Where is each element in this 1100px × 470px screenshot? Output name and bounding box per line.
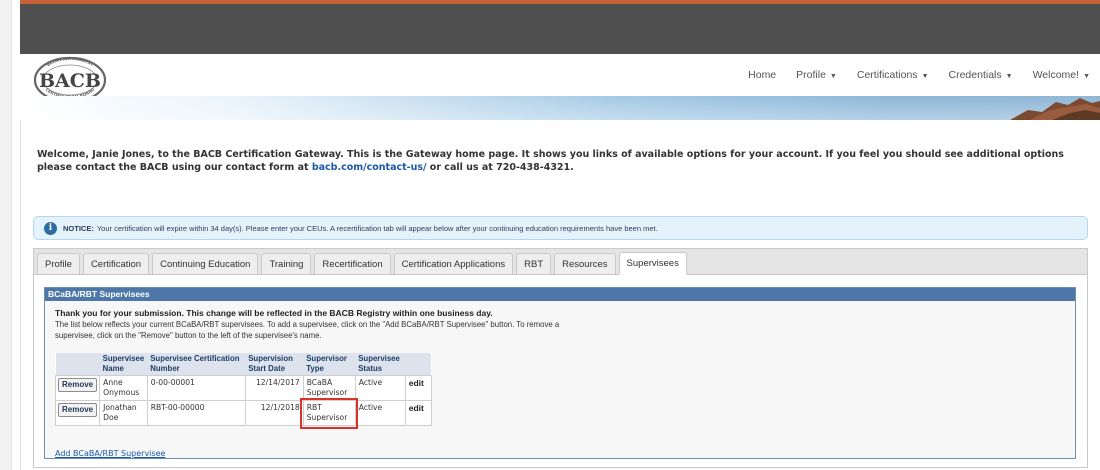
tab-resources[interactable]: Resources: [554, 253, 616, 274]
table-header-row: Supervisee Name Supervisee Certification…: [55, 353, 432, 376]
mountain-image: [1010, 98, 1100, 120]
supervisees-section: BCaBA/RBT Supervisees Thank you for your…: [44, 287, 1076, 459]
instructions-text: The list below reflects your current BCa…: [55, 320, 560, 340]
welcome-message: Welcome, Janie Jones, to the BACB Certif…: [37, 148, 1097, 174]
tab-certification[interactable]: Certification: [82, 253, 150, 274]
window-left-edge: [0, 0, 12, 470]
tab-certification-applications[interactable]: Certification Applications: [393, 253, 514, 274]
nav-home-label: Home: [748, 69, 777, 81]
supervisee-status: Active: [354, 375, 406, 401]
remove-button[interactable]: Remove: [58, 378, 98, 392]
nav-certifications-label: Certifications: [856, 69, 918, 81]
welcome-text-end: or call us at 720-438-4321.: [426, 162, 574, 173]
tab-recertification[interactable]: Recertification: [314, 253, 391, 274]
column-header-supervisor-type: Supervisor Type: [303, 353, 356, 376]
supervisee-name: Anne Onymous: [99, 375, 148, 401]
caret-down-icon: ▼: [921, 73, 929, 80]
column-header-action: [55, 353, 100, 376]
supervisee-status: Active: [354, 400, 406, 426]
edit-button[interactable]: edit: [409, 378, 424, 388]
section-title: BCaBA/RBT Supervisees: [45, 288, 1075, 301]
top-dark-bar: [20, 0, 1100, 54]
notice-label: NOTICE:: [63, 223, 94, 233]
nav-profile[interactable]: Profile ▼: [796, 69, 837, 81]
submission-confirmation: Thank you for your submission. This chan…: [55, 308, 493, 318]
remove-button[interactable]: Remove: [58, 403, 98, 417]
table-row: Remove Anne Onymous 0-00-00001 12/14/201…: [54, 375, 432, 401]
column-header-start-date: Supervision Start Date: [245, 353, 304, 376]
nav-certifications[interactable]: Certifications ▼: [857, 69, 929, 81]
header-banner: [20, 96, 1100, 120]
start-date: 12/14/2017: [244, 375, 304, 401]
supervisor-type-highlighted: RBT Supervisor: [300, 397, 359, 429]
caret-down-icon: ▼: [1005, 73, 1013, 80]
column-header-name: Supervisee Name: [99, 353, 148, 376]
banner-shade: [20, 96, 1100, 120]
tab-bar: Profile Certification Continuing Educati…: [34, 249, 1087, 275]
nav-welcome-label: Welcome!: [1032, 69, 1080, 81]
main-nav: Home Profile ▼ Certifications ▼ Credential…: [738, 54, 1100, 96]
tab-training[interactable]: Training: [261, 253, 312, 274]
nav-welcome[interactable]: Welcome! ▼: [1033, 69, 1090, 81]
section-body: Thank you for your submission. This chan…: [45, 301, 1075, 458]
caret-down-icon: ▼: [1083, 73, 1090, 80]
supervisor-type: BCaBA Supervisor: [302, 375, 356, 401]
edit-cell: edit: [404, 400, 432, 426]
column-header-status: Supervisee Status: [355, 353, 406, 376]
account-tabs: Profile Certification Continuing Educati…: [33, 248, 1088, 468]
nav-credentials-label: Credentials: [948, 69, 1002, 81]
contact-link[interactable]: bacb.com/contact-us/: [312, 162, 427, 173]
table-row: Remove Jonathan Doe RBT-00-00000 12/1/20…: [54, 397, 432, 429]
edit-button[interactable]: edit: [409, 403, 424, 413]
start-date: 12/1/2018: [244, 400, 304, 426]
column-header-edit: [405, 353, 432, 376]
tab-supervisees[interactable]: Supervisees: [618, 252, 687, 275]
nav-credentials[interactable]: Credentials ▼: [949, 69, 1013, 81]
main-panel: Welcome, Janie Jones, to the BACB Certif…: [20, 120, 1100, 470]
certification-number: RBT-00-00000: [146, 400, 246, 426]
remove-cell: Remove: [54, 375, 101, 401]
expiration-notice: i NOTICE: Your certification will expire…: [33, 216, 1088, 240]
info-icon: i: [44, 221, 57, 235]
nav-profile-label: Profile: [796, 69, 826, 81]
column-header-cert-number: Supervisee Certification Number: [147, 353, 246, 376]
page-frame: BACB BEHAVIOR ANALYST CERTIFICATION BOAR…: [12, 0, 1100, 470]
nav-home[interactable]: Home: [748, 69, 776, 81]
tab-rbt[interactable]: RBT: [516, 253, 552, 274]
supervisees-table: Supervisee Name Supervisee Certification…: [54, 353, 432, 429]
edit-cell: edit: [404, 375, 432, 401]
caret-down-icon: ▼: [829, 73, 837, 80]
site-header: BACB BEHAVIOR ANALYST CERTIFICATION BOAR…: [20, 54, 1100, 104]
tab-continuing-education[interactable]: Continuing Education: [152, 253, 259, 274]
remove-cell: Remove: [54, 400, 101, 426]
supervisee-name: Jonathan Doe: [99, 400, 148, 426]
notice-text: Your certification will expire within 34…: [96, 223, 658, 233]
tab-profile[interactable]: Profile: [37, 253, 80, 274]
certification-number: 0-00-00001: [146, 375, 246, 401]
add-supervisee-link[interactable]: Add BCaBA/RBT Supervisee: [55, 449, 165, 458]
